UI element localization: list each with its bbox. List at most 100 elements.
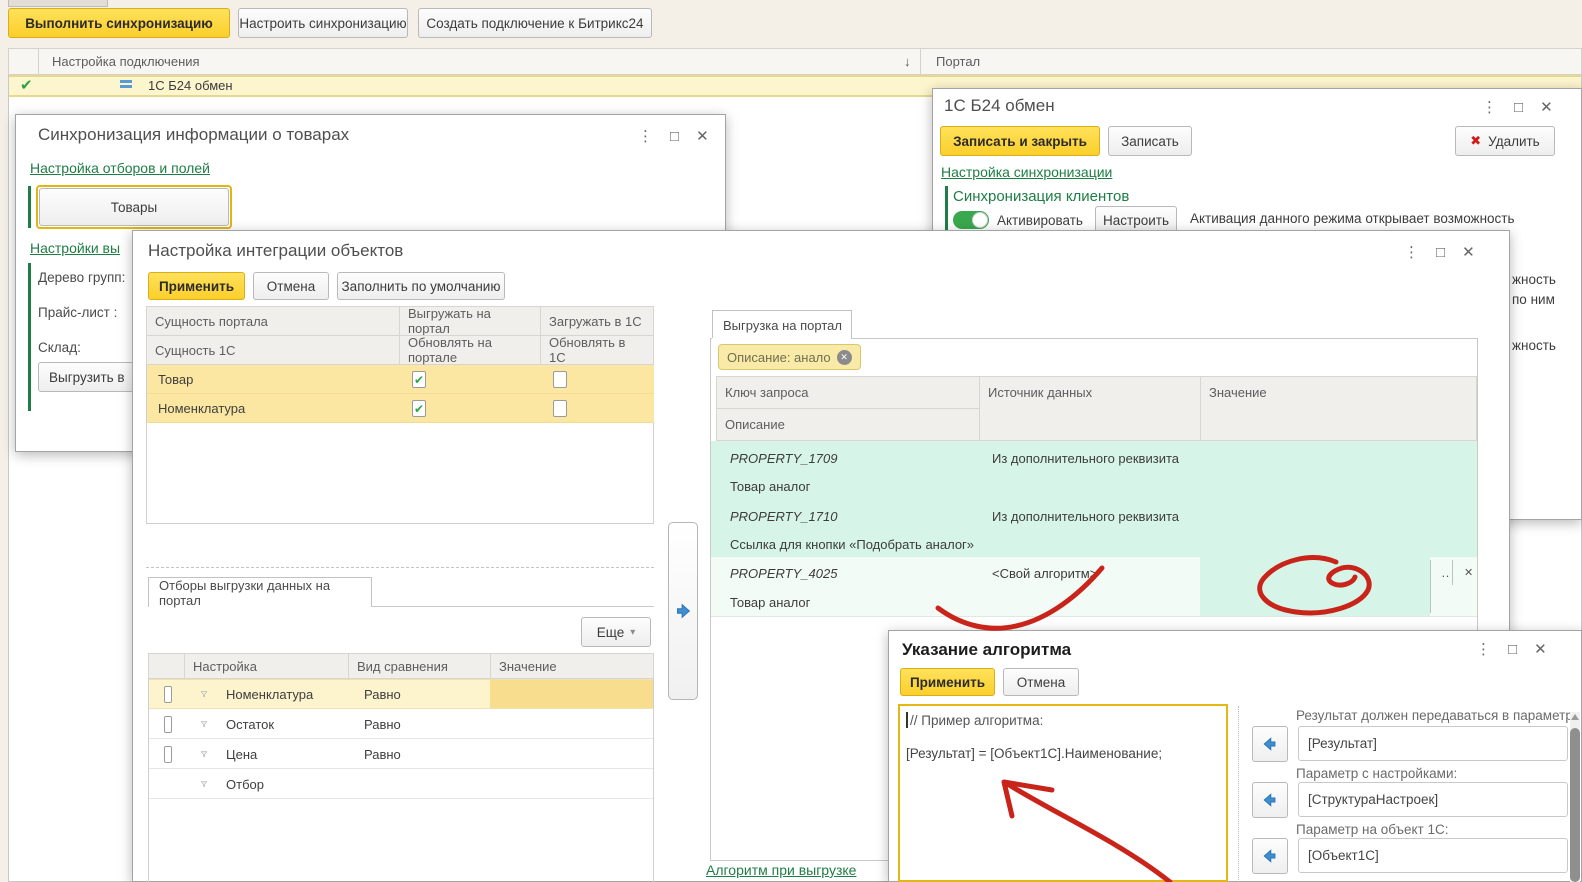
save-close-button[interactable]: Записать и закрыть [940, 126, 1100, 156]
connection-row-label[interactable]: 1С Б24 обмен [140, 74, 440, 96]
apply-button[interactable]: Применить [148, 272, 245, 300]
maximize-icon[interactable]: □ [1514, 99, 1523, 116]
object-param-label: Параметр на объект 1С: [1296, 822, 1448, 837]
upload-settings-link[interactable]: Настройки вы [30, 240, 130, 256]
object-param-input[interactable]: [Объект1С] [1298, 838, 1568, 873]
entity-col-load[interactable]: Загружать в 1С [540, 306, 654, 336]
filter-chip-label: Описание: анало [727, 350, 831, 365]
scrollbar-thumb[interactable] [1570, 728, 1580, 882]
map-col-value[interactable]: Значение [1200, 376, 1477, 441]
maximize-icon[interactable]: □ [1508, 641, 1517, 658]
clipped-text-fragment: жность [1512, 272, 1556, 287]
clients-sync-section: Синхронизация клиентов [953, 188, 1129, 205]
algorithm-window-controls: ⋮ □ ✕ [1476, 640, 1547, 658]
kebab-icon[interactable]: ⋮ [1404, 243, 1419, 261]
settings-param-label: Параметр с настройками: [1296, 766, 1457, 781]
group-indicator [28, 186, 31, 228]
text-cursor [906, 712, 908, 728]
filter-row-cmp: Равно [356, 679, 476, 709]
map-col-key[interactable]: Ключ запроса [716, 376, 980, 409]
funnel-icon [192, 709, 216, 739]
arrow-left-icon [1260, 790, 1280, 810]
activate-toggle[interactable] [953, 211, 989, 229]
kebab-icon[interactable]: ⋮ [638, 127, 653, 145]
filter-row-name: Цена [218, 739, 346, 769]
filter-col-value[interactable]: Значение [490, 653, 654, 679]
filter-value-cell[interactable] [490, 680, 653, 708]
checkbox-unchecked[interactable] [553, 371, 567, 388]
partial-toolbar-button[interactable] [8, 0, 108, 7]
tree-label: Дерево групп: [38, 270, 125, 285]
filter-row-checkbox[interactable] [156, 709, 180, 739]
insert-object-button[interactable] [1252, 838, 1288, 874]
filter-row-cmp: Равно [356, 739, 476, 769]
mode-description: Активация данного режима открывает возмо… [1190, 211, 1515, 226]
entity-upload-cell: ✔ [404, 394, 434, 423]
algorithm-cancel-button[interactable]: Отмена [1003, 668, 1079, 696]
run-sync-button[interactable]: Выполнить синхронизацию [8, 8, 230, 38]
entity-col-upload[interactable]: Выгружать на портал [399, 306, 541, 336]
close-icon[interactable]: ✕ [696, 127, 709, 145]
result-param-input[interactable]: [Результат] [1298, 726, 1568, 761]
filter-row-name: Остаток [218, 709, 346, 739]
chip-close-icon[interactable]: ✕ [837, 350, 852, 365]
kebab-icon[interactable]: ⋮ [1482, 98, 1497, 116]
filter-row-checkbox[interactable] [156, 739, 180, 769]
integration-window-controls: ⋮ □ ✕ [1404, 243, 1475, 261]
filter-row-checkbox[interactable] [156, 679, 180, 709]
close-icon[interactable]: ✕ [1462, 243, 1475, 261]
group-indicator [945, 186, 948, 234]
transfer-right-button[interactable] [668, 522, 698, 700]
filter-col-select[interactable] [148, 653, 185, 679]
products-button[interactable]: Товары [39, 188, 229, 226]
map-col-source[interactable]: Источник данных [979, 376, 1201, 441]
filter-col-setting[interactable]: Настройка [184, 653, 349, 679]
checkbox-checked[interactable]: ✔ [412, 371, 426, 388]
arrow-right-icon [672, 600, 694, 622]
unload-button[interactable]: Выгрузить в [38, 362, 134, 392]
entity-col-1c[interactable]: Сущность 1С [146, 335, 400, 365]
splitter[interactable] [1238, 706, 1239, 882]
tab-filters[interactable]: Отборы выгрузки данных на портал [148, 577, 372, 607]
entity-col-portal[interactable]: Сущность портала [146, 306, 400, 336]
caret-down-icon: ▾ [630, 627, 635, 638]
map-col-desc[interactable]: Описание [716, 408, 980, 441]
sync-settings-link[interactable]: Настройка синхронизации [941, 164, 1112, 180]
funnel-icon [192, 769, 216, 799]
sort-down-icon: ↓ [896, 48, 916, 75]
cancel-button[interactable]: Отмена [253, 272, 329, 300]
close-icon[interactable]: ✕ [1540, 98, 1553, 116]
maximize-icon[interactable]: □ [1436, 244, 1445, 261]
filters-fields-link[interactable]: Настройка отборов и полей [30, 160, 210, 176]
settings-param-input[interactable]: [СтруктураНастроек] [1298, 782, 1568, 817]
kebab-icon[interactable]: ⋮ [1476, 640, 1491, 658]
algorithm-on-upload-link[interactable]: Алгоритм при выгрузке [706, 862, 856, 878]
maximize-icon[interactable]: □ [670, 128, 679, 145]
configure-sync-button[interactable]: Настроить синхронизацию [238, 8, 408, 38]
scrollbar-up-arrow[interactable] [1571, 714, 1579, 720]
map-row-source: <Свой алгоритм> [984, 563, 1244, 583]
sync-icon [120, 80, 132, 83]
exchange-window-title: 1С Б24 обмен [944, 96, 1055, 116]
algorithm-apply-button[interactable]: Применить [900, 668, 995, 696]
checkbox-unchecked[interactable] [553, 400, 567, 417]
checkbox-checked[interactable]: ✔ [412, 400, 426, 417]
close-icon[interactable]: ✕ [1534, 640, 1547, 658]
column-portal[interactable]: Портал [928, 48, 1128, 75]
splitter[interactable] [146, 567, 654, 568]
delete-button[interactable]: ✖ Удалить [1455, 126, 1555, 156]
entity-col-update-1c[interactable]: Обновлять в 1С [540, 335, 654, 365]
insert-settings-button[interactable] [1252, 782, 1288, 818]
save-button[interactable]: Записать [1108, 126, 1192, 156]
entity-col-update-portal[interactable]: Обновлять на портале [399, 335, 541, 365]
filter-col-compare[interactable]: Вид сравнения [348, 653, 491, 679]
column-connection[interactable]: Настройка подключения [44, 48, 604, 75]
insert-result-button[interactable] [1252, 726, 1288, 762]
clear-value-button[interactable]: ✕ [1456, 557, 1474, 587]
choose-value-button[interactable]: … [1433, 557, 1451, 587]
create-connection-button[interactable]: Создать подключение к Битрикс24 [418, 8, 652, 38]
tab-upload-portal[interactable]: Выгрузка на портал [712, 310, 852, 339]
more-button[interactable]: Еще ▾ [581, 617, 651, 647]
algorithm-code-editor[interactable] [898, 704, 1228, 882]
fill-default-button[interactable]: Заполнить по умолчанию [337, 272, 505, 300]
